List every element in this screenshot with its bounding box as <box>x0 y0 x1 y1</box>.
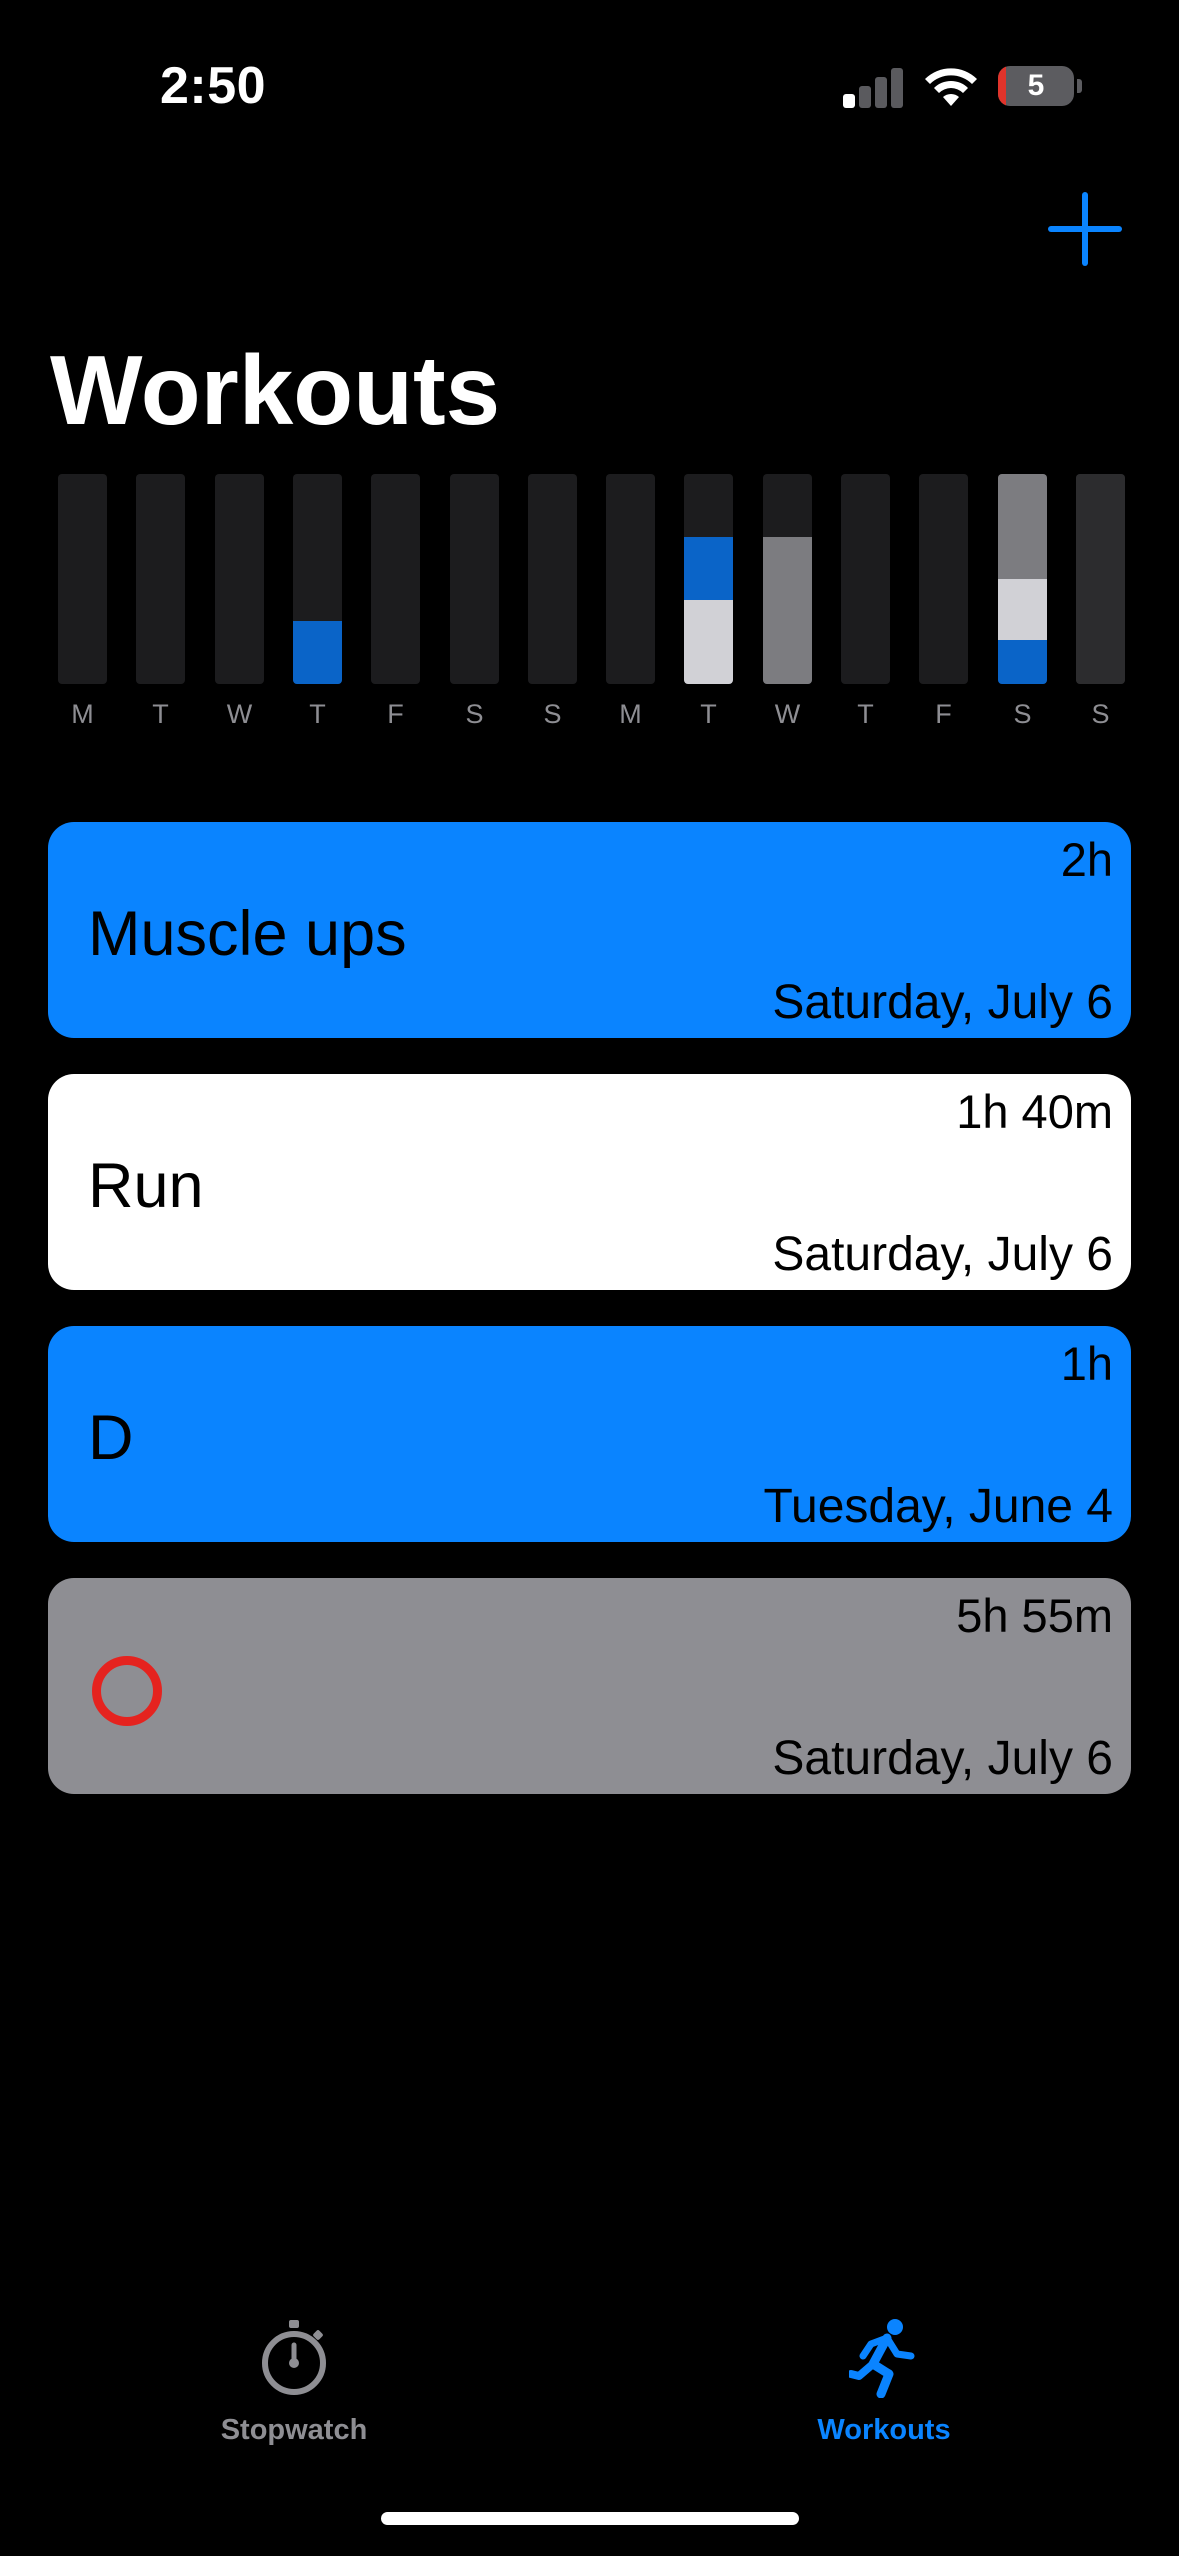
chart-day-label: F <box>387 699 404 729</box>
chart-bar <box>371 474 420 684</box>
chart-bar <box>58 474 107 684</box>
tab-stopwatch[interactable]: Stopwatch <box>164 2318 424 2458</box>
chart-day-label: W <box>226 699 253 729</box>
workout-name: D <box>88 1403 134 1473</box>
workout-name: Run <box>88 1151 204 1221</box>
chart-day-label: M <box>71 699 94 729</box>
chart-bar <box>1076 474 1125 684</box>
chart-bar-segment <box>998 474 1047 579</box>
battery-cap <box>1077 79 1082 93</box>
battery-icon: 5 <box>998 66 1074 106</box>
chart-bar-segment <box>998 579 1047 640</box>
chart-bar <box>684 474 733 684</box>
chart-bar-segment <box>684 600 733 684</box>
running-figure-icon <box>849 2319 915 2398</box>
workout-duration: 2h <box>1060 833 1113 886</box>
chart-bar <box>998 474 1047 684</box>
workout-duration: 5h 55m <box>956 1589 1113 1642</box>
workout-card-muscle-ups[interactable]: 2h Muscle ups Saturday, July 6 <box>48 822 1131 1038</box>
battery-level: 5 <box>1027 69 1045 102</box>
workout-name: Muscle ups <box>88 899 407 969</box>
chart-bar-segment <box>293 621 342 684</box>
chart-bar <box>841 474 890 684</box>
chart-bar <box>215 474 264 684</box>
workout-duration: 1h <box>1060 1337 1113 1390</box>
wifi-icon <box>925 68 977 106</box>
weekly-activity-chart: MTWTFSSMTWTFSS <box>58 474 1125 734</box>
add-workout-button[interactable] <box>1048 192 1122 266</box>
red-ring-icon <box>92 1656 162 1726</box>
stopwatch-icon <box>262 2320 326 2395</box>
chart-bar <box>136 474 185 684</box>
chart-day-label: S <box>465 699 484 729</box>
tab-workouts-label: Workouts <box>817 2414 951 2446</box>
chart-day-label: S <box>1091 699 1110 729</box>
chart-bar <box>606 474 655 684</box>
chart-bar-segment <box>1076 474 1125 684</box>
chart-day-label: T <box>152 699 169 729</box>
workout-date: Saturday, July 6 <box>772 1732 1113 1785</box>
workout-card-d[interactable]: 1h D Tuesday, June 4 <box>48 1326 1131 1542</box>
chart-day-label: M <box>619 699 642 729</box>
chart-day-label: T <box>309 699 326 729</box>
workout-card-ring[interactable]: 5h 55m Saturday, July 6 <box>48 1578 1131 1794</box>
tab-stopwatch-label: Stopwatch <box>220 2414 368 2446</box>
chart-bar-segment <box>998 640 1047 684</box>
chart-bar <box>528 474 577 684</box>
chart-day-label: S <box>1013 699 1032 729</box>
chart-day-label: T <box>857 699 874 729</box>
page-title: Workouts <box>50 335 501 445</box>
tab-workouts[interactable]: Workouts <box>754 2318 1014 2458</box>
chart-day-label: S <box>543 699 562 729</box>
workout-card-run[interactable]: 1h 40m Run Saturday, July 6 <box>48 1074 1131 1290</box>
status-bar: 2:50 5 <box>0 0 1179 170</box>
chart-bar <box>293 474 342 684</box>
chart-bar <box>919 474 968 684</box>
workout-duration: 1h 40m <box>956 1085 1113 1138</box>
workout-date: Saturday, July 6 <box>772 1228 1113 1281</box>
cellular-signal-icon <box>843 66 905 108</box>
status-time: 2:50 <box>160 57 267 115</box>
chart-bar-segment <box>763 537 812 684</box>
chart-bar-segment <box>684 537 733 600</box>
chart-day-label: W <box>774 699 801 729</box>
home-indicator <box>381 2512 799 2525</box>
chart-bar <box>450 474 499 684</box>
chart-bar <box>763 474 812 684</box>
workout-date: Tuesday, June 4 <box>763 1480 1113 1533</box>
chart-day-label: T <box>700 699 717 729</box>
chart-day-label: F <box>935 699 952 729</box>
workout-date: Saturday, July 6 <box>772 976 1113 1029</box>
